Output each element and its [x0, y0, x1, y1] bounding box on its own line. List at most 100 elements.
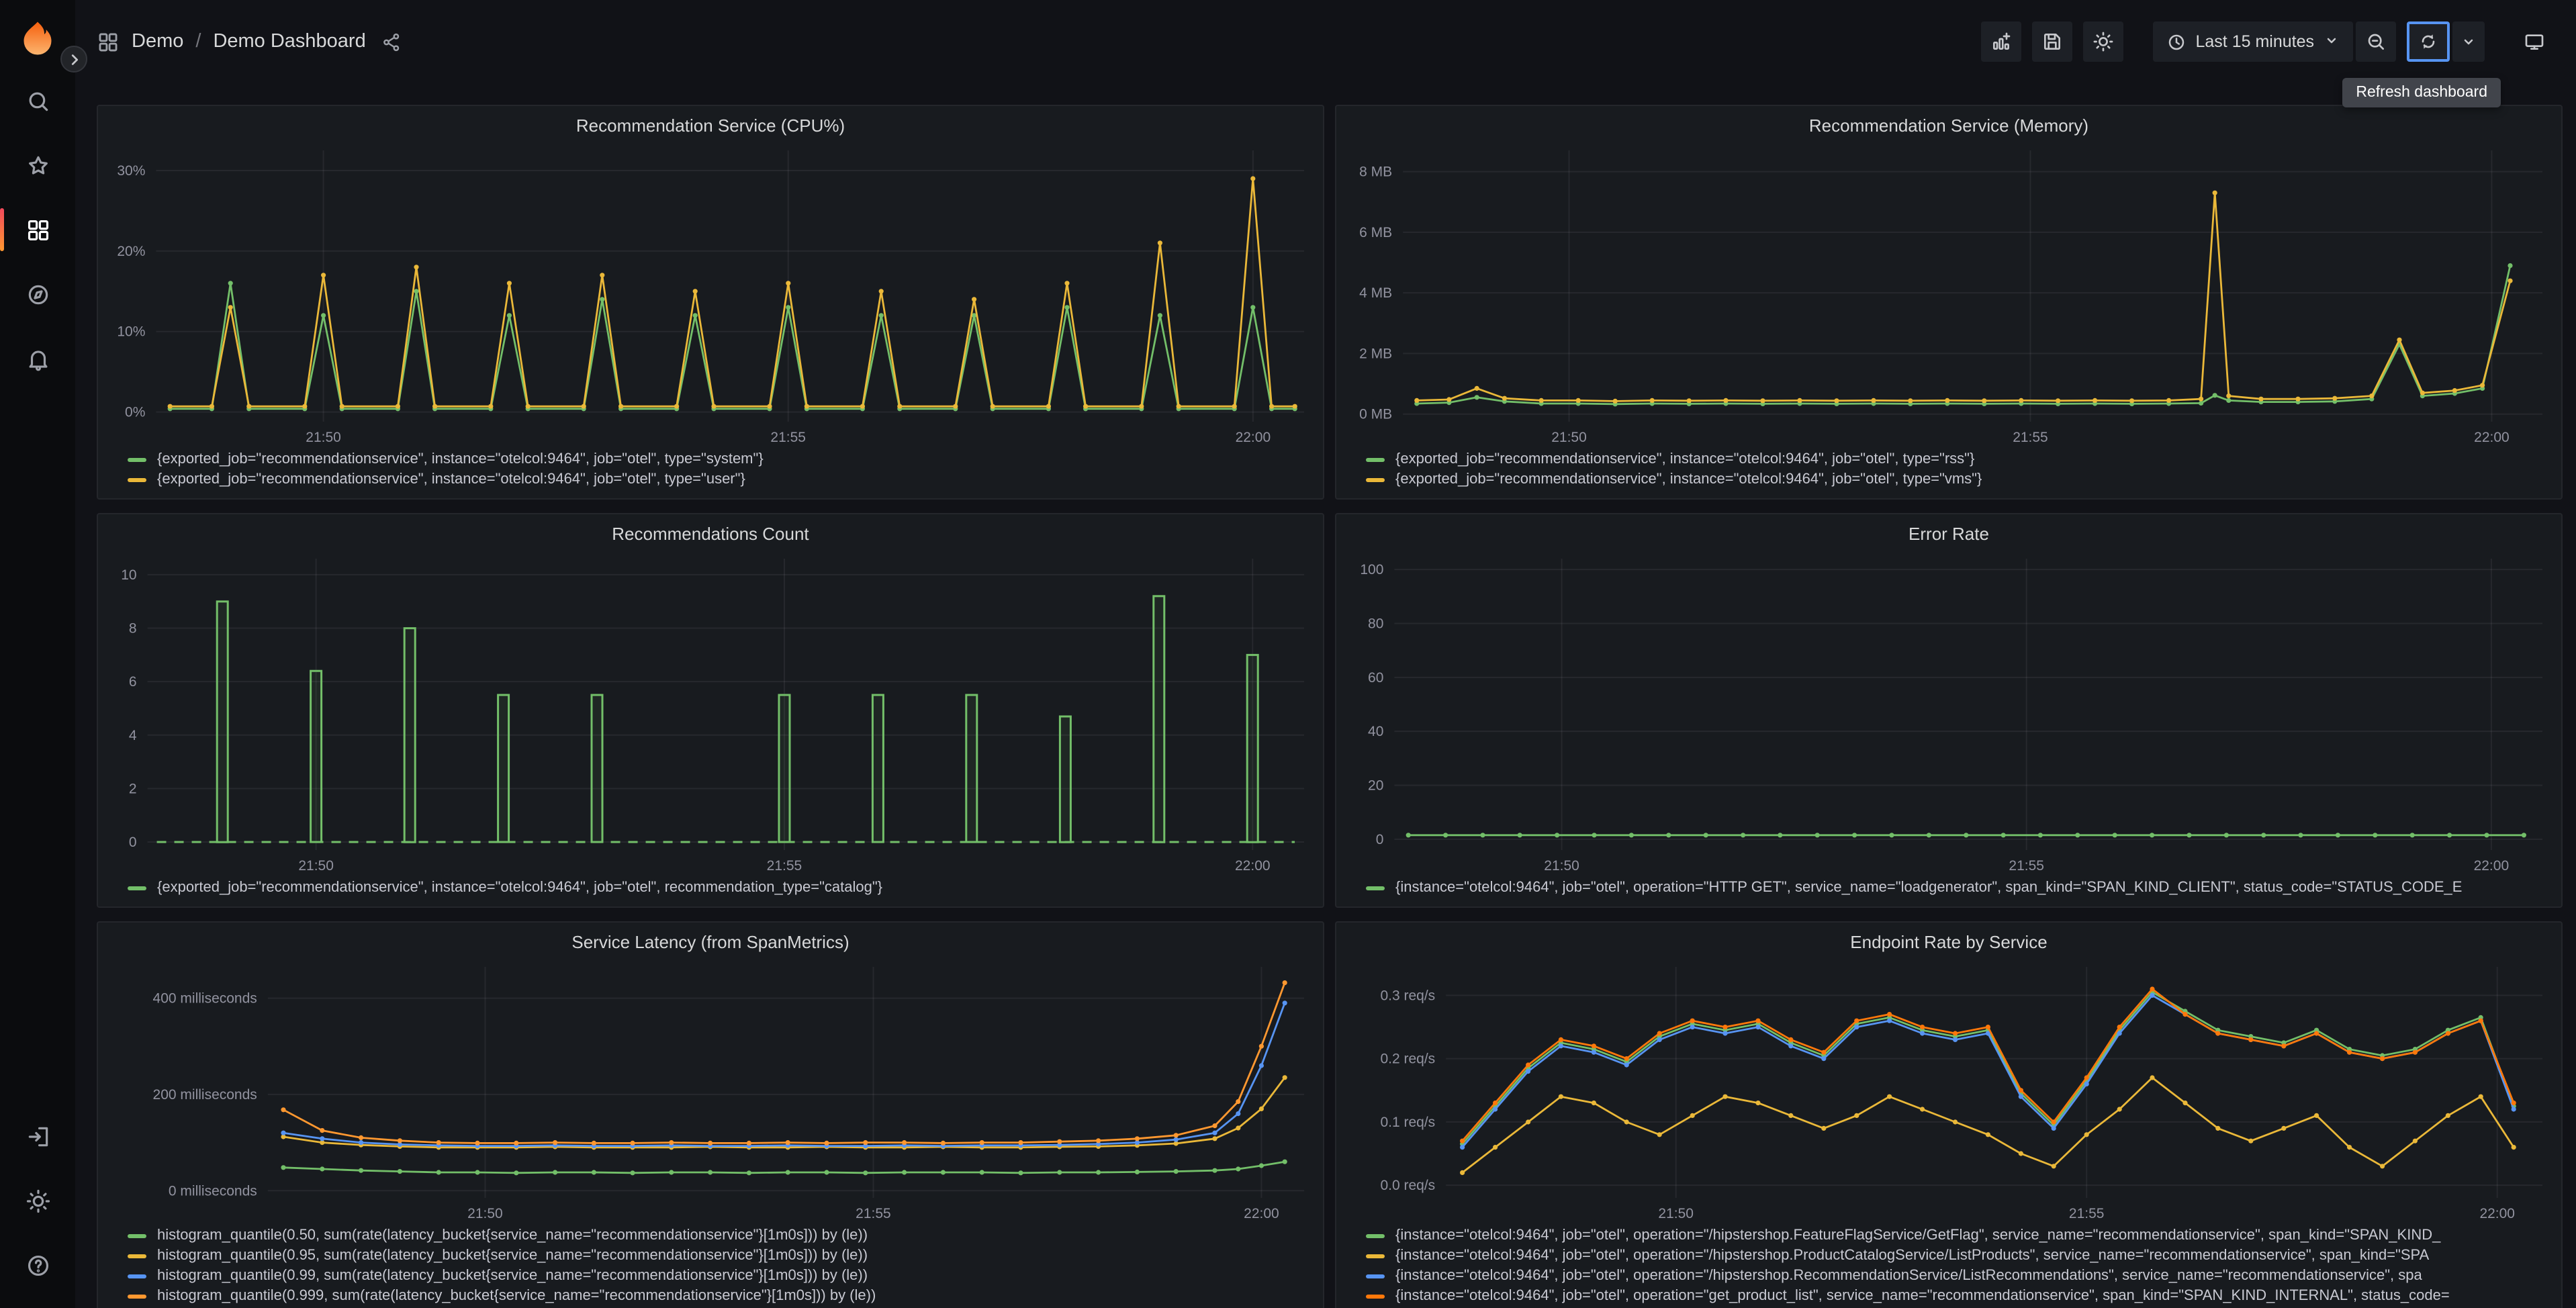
svg-text:20: 20 [1368, 778, 1383, 794]
dashboard-grid: Recommendation Service (CPU%) 21:50 21:55… [97, 105, 2563, 1308]
svg-text:6 MB: 6 MB [1359, 225, 1392, 240]
time-series-chart[interactable]: 21:50 21:55 22:00 0 20 40 60 80 100 [1336, 548, 2561, 877]
refresh-controls [2407, 21, 2485, 62]
svg-text:8: 8 [129, 621, 137, 637]
grafana-app: Demo / Demo Dashboard Last 15 minutes Re… [0, 0, 2576, 1308]
svg-text:100: 100 [1360, 562, 1383, 577]
svg-text:22:00: 22:00 [1244, 1206, 1279, 1221]
sidebar-item-search[interactable] [11, 81, 64, 121]
legend-label: {instance="otelcol:9464", job="otel", op… [1395, 880, 2463, 896]
time-series-chart[interactable]: 21:50 21:55 22:00 0% 10% 20% 30% [98, 140, 1323, 449]
svg-text:10%: 10% [117, 324, 145, 340]
sidebar-item-settings[interactable] [11, 1180, 64, 1221]
legend: {instance="otelcol:9464", job="otel", op… [1336, 877, 2561, 906]
series-swatch [128, 477, 146, 481]
legend-item[interactable]: {instance="otelcol:9464", job="otel", op… [1366, 1227, 2550, 1244]
svg-text:200 milliseconds: 200 milliseconds [153, 1087, 257, 1103]
svg-text:21:55: 21:55 [2069, 1206, 2105, 1221]
panel-title[interactable]: Endpoint Rate by Service [1336, 923, 2561, 956]
svg-text:21:50: 21:50 [306, 430, 341, 445]
breadcrumb: Demo / Demo Dashboard [97, 30, 402, 53]
legend: {exported_job="recommendationservice", i… [98, 877, 1323, 906]
panel-title[interactable]: Service Latency (from SpanMetrics) [98, 923, 1323, 956]
legend-item[interactable]: {exported_job="recommendationservice", i… [1366, 471, 2550, 487]
share-icon[interactable] [382, 32, 402, 52]
panel-recommendations-count: Recommendations Count 21:50 21:55 22:00 0 2 4… [97, 513, 1324, 908]
panel-recommendation-cpu: Recommendation Service (CPU%) 21:50 21:55… [97, 105, 1324, 500]
legend-item[interactable]: {exported_job="recommendationservice", i… [128, 471, 1312, 487]
series-swatch [1366, 1294, 1385, 1298]
refresh-button[interactable] [2407, 21, 2450, 62]
svg-text:22:00: 22:00 [1236, 430, 1271, 445]
sidebar-item-dashboards[interactable] [0, 208, 64, 251]
legend: histogram_quantile(0.50, sum(rate(latenc… [98, 1225, 1323, 1308]
dashboard-settings-button[interactable] [2082, 21, 2123, 62]
legend-item[interactable]: {instance="otelcol:9464", job="otel", op… [1366, 1268, 2550, 1284]
legend-label: {exported_job="recommendationservice", i… [1395, 471, 1982, 487]
svg-text:21:55: 21:55 [856, 1206, 891, 1221]
legend-item[interactable]: {instance="otelcol:9464", job="otel", op… [1366, 1248, 2550, 1264]
legend-label: {exported_job="recommendationservice", i… [157, 451, 764, 467]
legend-item[interactable]: {exported_job="recommendationservice", i… [1366, 451, 2550, 467]
sidebar-item-explore[interactable] [11, 274, 64, 314]
grafana-logo[interactable] [17, 19, 58, 59]
series-swatch [1366, 1274, 1385, 1278]
time-series-chart[interactable]: 21:50 21:55 22:00 0 milliseconds 200 millise… [98, 956, 1323, 1225]
series-swatch [1366, 886, 1385, 890]
svg-text:6: 6 [129, 674, 137, 690]
svg-text:0: 0 [129, 835, 137, 850]
svg-text:10: 10 [121, 567, 136, 583]
time-range-picker[interactable]: Last 15 minutes [2152, 21, 2353, 62]
add-panel-button[interactable] [1980, 21, 2021, 62]
svg-text:0%: 0% [125, 405, 145, 420]
legend-label: histogram_quantile(0.999, sum(rate(laten… [157, 1288, 876, 1304]
panel-recommendation-memory: Recommendation Service (Memory) 21:50 21:… [1335, 105, 2563, 500]
panel-error-rate: Error Rate 21:50 21:55 22:00 0 20 40 60 80 100 {… [1335, 513, 2563, 908]
breadcrumb-folder[interactable]: Demo [132, 31, 183, 52]
save-dashboard-button[interactable] [2031, 21, 2072, 62]
panel-title[interactable]: Recommendation Service (CPU%) [98, 106, 1323, 140]
svg-text:21:55: 21:55 [770, 430, 806, 445]
bar-chart[interactable]: 21:50 21:55 22:00 0 2 4 6 8 10 [98, 548, 1323, 877]
panel-title[interactable]: Error Rate [1336, 514, 2561, 548]
legend-item[interactable]: histogram_quantile(0.95, sum(rate(latenc… [128, 1248, 1312, 1264]
sidebar-item-alerting[interactable] [11, 338, 64, 379]
time-range-label: Last 15 minutes [2195, 32, 2315, 51]
breadcrumb-dashboard[interactable]: Demo Dashboard [213, 31, 365, 52]
panel-title[interactable]: Recommendations Count [98, 514, 1323, 548]
svg-text:21:50: 21:50 [298, 858, 334, 874]
svg-text:0.1 req/s: 0.1 req/s [1380, 1115, 1435, 1130]
apps-icon [97, 30, 120, 53]
svg-text:0.0 req/s: 0.0 req/s [1380, 1178, 1435, 1193]
legend-label: histogram_quantile(0.99, sum(rate(latenc… [157, 1268, 868, 1284]
svg-text:40: 40 [1368, 724, 1383, 739]
legend-label: {exported_job="recommendationservice", i… [1395, 451, 1975, 467]
legend-item[interactable]: histogram_quantile(0.999, sum(rate(laten… [128, 1288, 1312, 1304]
legend: {exported_job="recommendationservice", i… [98, 449, 1323, 498]
sidebar-item-starred[interactable] [11, 145, 64, 185]
svg-text:2 MB: 2 MB [1359, 346, 1392, 361]
legend-item[interactable]: {exported_job="recommendationservice", i… [128, 880, 1312, 896]
legend-label: {exported_job="recommendationservice", i… [157, 471, 745, 487]
legend-item[interactable]: histogram_quantile(0.99, sum(rate(latenc… [128, 1268, 1312, 1284]
zoom-out-button[interactable] [2356, 21, 2396, 62]
time-series-chart[interactable]: 21:50 21:55 22:00 0.0 req/s 0.1 req/s 0.2 req… [1336, 956, 2561, 1225]
sidebar-expand-button[interactable] [60, 46, 87, 73]
legend-item[interactable]: {instance="otelcol:9464", job="otel", op… [1366, 880, 2550, 896]
legend: {exported_job="recommendationservice", i… [1336, 449, 2561, 498]
tv-mode-button[interactable] [2514, 21, 2555, 62]
legend-item[interactable]: {instance="otelcol:9464", job="otel", op… [1366, 1288, 2550, 1304]
legend-item[interactable]: {exported_job="recommendationservice", i… [128, 451, 1312, 467]
svg-text:21:50: 21:50 [1658, 1206, 1694, 1221]
time-series-chart[interactable]: 21:50 21:55 22:00 0 MB 2 MB 4 MB 6 MB 8 MB [1336, 140, 2561, 449]
sidebar-item-sign-in[interactable] [11, 1116, 64, 1156]
sidebar-item-help[interactable] [11, 1245, 64, 1285]
panel-title[interactable]: Recommendation Service (Memory) [1336, 106, 2561, 140]
legend-label: {instance="otelcol:9464", job="otel", op… [1395, 1268, 2422, 1284]
svg-text:21:50: 21:50 [467, 1206, 503, 1221]
legend-label: {instance="otelcol:9464", job="otel", op… [1395, 1227, 2441, 1244]
refresh-interval-dropdown[interactable] [2452, 21, 2485, 62]
legend-label: {instance="otelcol:9464", job="otel", op… [1395, 1248, 2430, 1264]
sidebar-bottom-nav [11, 1116, 64, 1285]
legend-item[interactable]: histogram_quantile(0.50, sum(rate(latenc… [128, 1227, 1312, 1244]
